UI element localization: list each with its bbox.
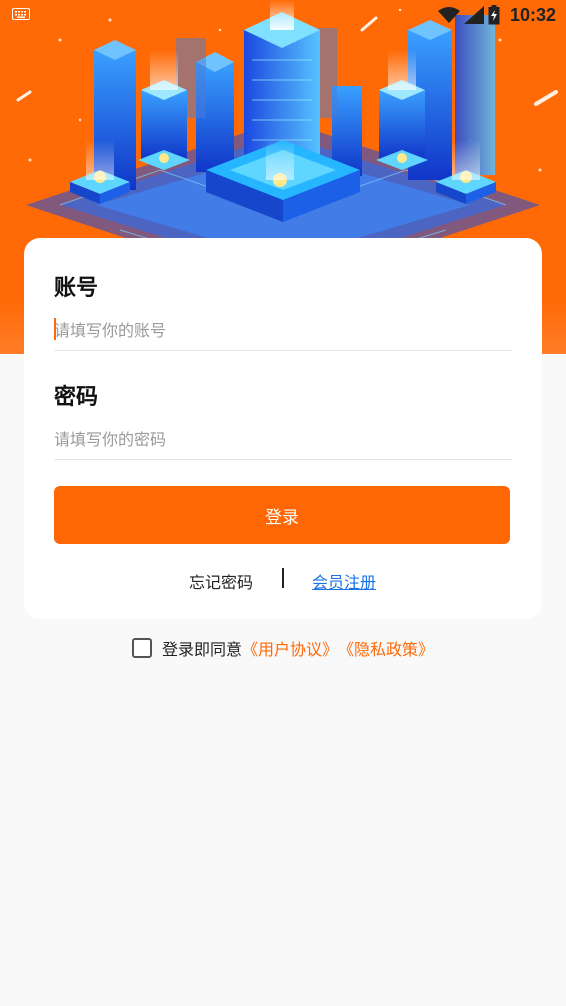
login-card: 账号 密码 登录 忘记密码 会员注册: [24, 238, 542, 619]
agreement-row: 登录即同意 《用户协议》 《隐私政策》: [132, 636, 434, 660]
link-divider: [282, 568, 284, 588]
account-label: 账号: [54, 276, 99, 301]
privacy-policy-link[interactable]: 《隐私政策》: [338, 636, 434, 660]
wifi-icon: [437, 7, 460, 23]
login-button[interactable]: 登录: [54, 486, 510, 544]
user-agreement-link[interactable]: 《用户协议》: [242, 636, 338, 660]
status-icons: 10:32: [437, 4, 556, 26]
battery-icon: [488, 5, 500, 25]
register-link[interactable]: 会员注册: [312, 569, 376, 593]
password-label: 密码: [54, 385, 99, 410]
cell-signal-icon: [463, 6, 484, 24]
keyboard-icon: [12, 8, 30, 20]
agreement-checkbox[interactable]: [132, 638, 152, 658]
forgot-password-link[interactable]: 忘记密码: [189, 569, 253, 593]
text-cursor: [54, 318, 56, 340]
auth-links: 忘记密码 会员注册: [24, 566, 542, 592]
status-time: 10:32: [509, 4, 556, 25]
status-bar: 10:32: [0, 0, 566, 30]
account-input[interactable]: [54, 310, 512, 351]
password-input[interactable]: [54, 419, 512, 460]
agreement-prefix: 登录即同意: [162, 640, 243, 659]
